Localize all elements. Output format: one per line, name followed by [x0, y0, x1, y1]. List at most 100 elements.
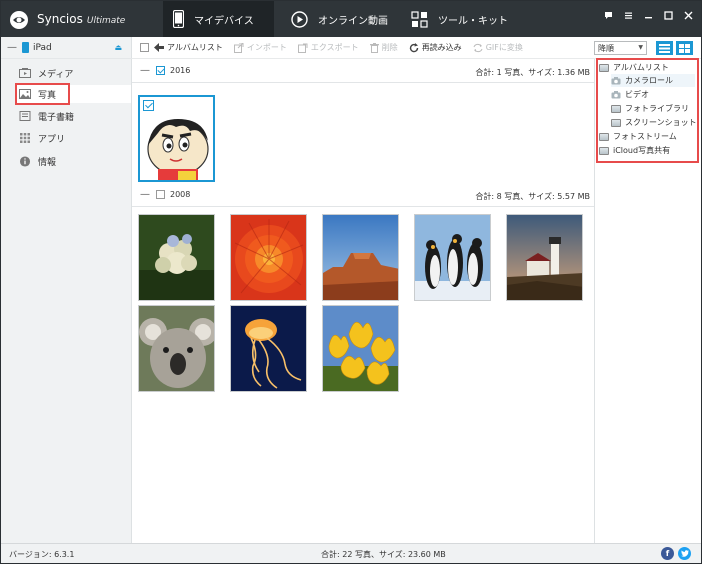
sidebar-item-label: メディア: [38, 69, 74, 80]
collapse-icon[interactable]: —: [7, 42, 17, 53]
photo-thumb-hydrangea[interactable]: [138, 214, 215, 301]
eject-icon[interactable]: ⏏: [114, 43, 122, 52]
photo-tulips: [323, 306, 398, 391]
minimize-icon[interactable]: [641, 8, 655, 22]
app-title: Syncios Ultimate: [37, 12, 125, 26]
photo-lighthouse: [507, 215, 582, 300]
export-icon: [297, 43, 308, 53]
title-bar: Syncios Ultimate マイデバイス オンライン動画 ツール・キット: [1, 1, 701, 37]
photo-koala: [139, 306, 214, 391]
photo-red-chrysanthemum: [231, 215, 306, 300]
photo-select-checkbox[interactable]: [143, 100, 154, 111]
menu-icon[interactable]: [621, 8, 635, 22]
export-label: エクスポート: [310, 43, 359, 52]
sidebar-item-ebooks[interactable]: 電子書籍: [19, 107, 119, 125]
import-icon: [233, 42, 244, 53]
group-header-2016: — 2016 合計: 1 写真、サイズ: 1.36 MB: [132, 59, 594, 83]
twitter-icon[interactable]: [678, 547, 691, 560]
select-all-checkbox[interactable]: [140, 43, 149, 52]
photo-thumb-lighthouse[interactable]: [506, 214, 583, 301]
photo-thumb-desert[interactable]: [322, 214, 399, 301]
info-icon: [19, 155, 31, 167]
sidebar-item-media[interactable]: メディア: [19, 64, 119, 82]
device-row[interactable]: — iPad ⏏: [1, 37, 132, 59]
refresh-icon: [409, 42, 418, 52]
grid-view-icon: [679, 43, 690, 53]
apps-grid-icon: [20, 133, 30, 143]
delete-label: 削除: [381, 43, 398, 52]
tab-toolkit[interactable]: ツール・キット: [403, 1, 515, 37]
photo-penguins: [415, 215, 490, 300]
sidebar-item-label: 情報: [38, 157, 57, 168]
chevron-down-icon: ▼: [638, 44, 643, 51]
convert-gif-button[interactable]: GIFに変換: [473, 42, 523, 53]
photo-hydrangea: [139, 215, 214, 300]
ipad-icon: [22, 42, 29, 53]
photo-thumb-koala[interactable]: [138, 305, 215, 392]
reload-button[interactable]: 再読み込み: [409, 42, 462, 53]
group-header-2008: — 2008 合計: 8 写真、サイズ: 5.57 MB: [132, 183, 594, 207]
group-checkbox-2016[interactable]: [156, 66, 165, 75]
import-button[interactable]: インポート: [233, 42, 287, 53]
sidebar: — iPad ⏏ メディア 写真 電子書籍 アプリ 情報: [1, 37, 132, 543]
photo-thumb-penguins[interactable]: [414, 214, 491, 301]
album-list-button[interactable]: アルバムリスト: [154, 42, 223, 53]
ebook-icon: [19, 111, 31, 121]
photo-thumb-cartoon[interactable]: [138, 95, 215, 182]
group-summary: 合計: 8 写真、サイズ: 5.57 MB: [475, 192, 590, 201]
photo-thumb-tulips[interactable]: [322, 305, 399, 392]
syncios-window: Syncios Ultimate マイデバイス オンライン動画 ツール・キット …: [0, 0, 702, 564]
tab-my-device[interactable]: マイデバイス: [163, 1, 274, 37]
app-edition: Ultimate: [86, 16, 126, 26]
sort-order-value: 降順: [598, 43, 614, 53]
reload-label: 再読み込み: [421, 43, 462, 52]
group-year: 2008: [170, 190, 191, 199]
tab-online-video-label: オンライン動画: [318, 15, 388, 27]
sidebar-item-label: 電子書籍: [38, 112, 75, 123]
highlight-box-photos: [15, 83, 70, 105]
group-summary: 合計: 1 写真、サイズ: 1.36 MB: [475, 68, 590, 77]
delete-button[interactable]: 削除: [369, 42, 398, 53]
app-name: Syncios: [37, 12, 83, 26]
phone-icon: [173, 10, 184, 28]
play-circle-icon: [291, 10, 308, 28]
sort-order-select[interactable]: 降順 ▼: [594, 41, 647, 55]
album-tree-panel: アルバムリスト カメラロール ビデオ フォトライブラリ スクリーンショット フォ…: [594, 58, 701, 543]
total-summary: 合計: 22 写真、サイズ: 23.60 MB: [321, 550, 446, 559]
trash-icon: [369, 42, 379, 53]
import-label: インポート: [246, 43, 287, 52]
version-text: バージョン: 6.3.1: [9, 550, 75, 559]
window-controls: [601, 8, 695, 22]
album-list-label: アルバムリスト: [167, 43, 223, 52]
grid-view-button[interactable]: [676, 41, 693, 55]
syncios-logo-icon: [10, 11, 28, 29]
photo-desert-mesa: [323, 215, 398, 300]
photo-browser: — 2016 合計: 1 写真、サイズ: 1.36 MB — 2008 合計: …: [132, 59, 594, 543]
tab-online-video[interactable]: オンライン動画: [283, 1, 398, 37]
arrow-left-icon: [154, 43, 164, 52]
highlight-box-album-tree: [596, 58, 699, 163]
photo-thumb-chrysanthemum[interactable]: [230, 214, 307, 301]
chat-icon[interactable]: [601, 8, 615, 22]
convert-gif-label: GIFに変換: [485, 43, 523, 52]
collapse-icon[interactable]: —: [140, 189, 150, 200]
tab-my-device-label: マイデバイス: [194, 15, 254, 27]
tab-toolkit-label: ツール・キット: [438, 15, 508, 27]
list-view-button[interactable]: [656, 41, 673, 55]
toolkit-grid-icon: [411, 10, 428, 28]
maximize-icon[interactable]: [661, 8, 675, 22]
photo-thumb-jellyfish[interactable]: [230, 305, 307, 392]
export-button[interactable]: エクスポート: [297, 42, 359, 53]
facebook-icon[interactable]: f: [661, 547, 674, 560]
sidebar-item-info[interactable]: 情報: [19, 152, 119, 170]
status-bar: バージョン: 6.3.1 合計: 22 写真、サイズ: 23.60 MB f: [1, 543, 701, 563]
convert-icon: [473, 43, 483, 52]
sidebar-item-apps[interactable]: アプリ: [19, 129, 119, 147]
close-icon[interactable]: [681, 8, 695, 22]
photo-jellyfish: [231, 306, 306, 391]
list-view-icon: [659, 43, 670, 53]
group-checkbox-2008[interactable]: [156, 190, 165, 199]
media-icon: [19, 68, 31, 78]
collapse-icon[interactable]: —: [140, 65, 150, 76]
sidebar-item-label: アプリ: [38, 134, 66, 145]
